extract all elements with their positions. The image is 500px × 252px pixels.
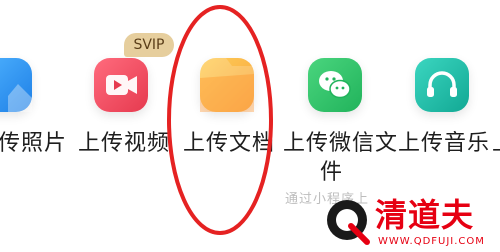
upload-wechat-file-label: 上传微信文 [283, 131, 399, 156]
upload-music-tile[interactable] [415, 58, 469, 112]
upload-music-label: 上传音乐 [398, 131, 491, 156]
watermark-url-text: WWW.QDFUJI.COM [378, 236, 485, 247]
photo-icon [8, 84, 32, 112]
upload-document-tile[interactable] [200, 58, 254, 112]
upload-document-label: 上传文档 [183, 131, 276, 156]
watermark-brand-text: 清道夫 [375, 196, 475, 234]
upload-photo-label: 传照片 [0, 131, 68, 156]
document-folder-icon [200, 58, 254, 112]
headphones-icon [427, 71, 457, 97]
upload-video-tile[interactable] [94, 58, 148, 112]
upload-video-label: 上传视频 [78, 131, 171, 156]
brand-logo-icon [327, 200, 370, 245]
wechat-icon [319, 71, 351, 99]
svip-badge: SVIP [124, 33, 174, 57]
upload-wechat-file-tile[interactable] [308, 58, 362, 112]
upload-photo-tile[interactable] [0, 58, 32, 112]
partial-next-label: 上 [492, 131, 500, 157]
video-camera-icon [106, 75, 137, 95]
upload-wechat-file-label-line2: 件 [320, 160, 344, 185]
